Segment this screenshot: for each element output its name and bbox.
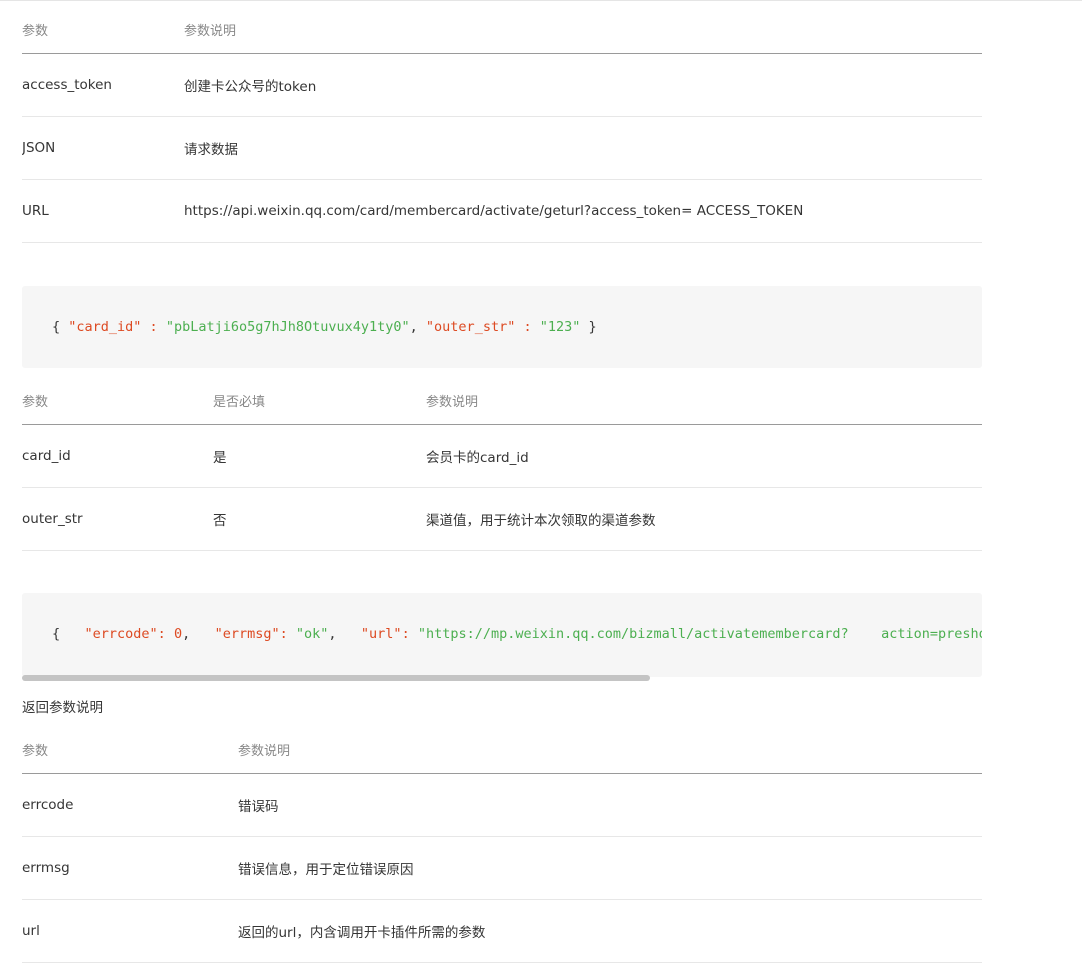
table-row: errcode 错误码	[22, 773, 982, 837]
json-separator: :	[157, 626, 174, 642]
table-row: outer_str 否 渠道值，用于统计本次领取的渠道参数	[22, 487, 982, 551]
json-string-value: "123"	[539, 319, 581, 335]
param-description: 会员卡的card_id	[426, 424, 982, 488]
param-description: 错误信息，用于定位错误原因	[238, 836, 982, 900]
param-description: 返回的url，内含调用开卡插件所需的参数	[238, 899, 982, 963]
param-description: 创建卡公众号的token	[184, 53, 982, 117]
json-separator: :	[141, 319, 166, 335]
param-name: card_id	[22, 424, 213, 488]
json-comma: ,	[182, 626, 215, 642]
param-name: outer_str	[22, 487, 213, 551]
param-description[interactable]: https://api.weixin.qq.com/card/membercar…	[184, 179, 982, 243]
request-params-table: 参数 参数说明 access_token 创建卡公众号的token JSON 请…	[22, 5, 982, 243]
code-brace: {	[52, 319, 69, 335]
json-separator: :	[401, 626, 418, 642]
table-row: card_id 是 会员卡的card_id	[22, 424, 982, 488]
table-header-row: 参数 参数说明	[22, 5, 982, 54]
return-params-heading: 返回参数说明	[22, 700, 103, 716]
json-separator: :	[515, 319, 540, 335]
return-params-table: 参数 参数说明 errcode 错误码 errmsg 错误信息，用于定位错误原因…	[22, 725, 982, 963]
json-string-value: "pbLatji6o5g7hJh8Otuvux4y1ty0"	[165, 319, 410, 335]
column-header-description: 参数说明	[238, 725, 982, 774]
param-name: errcode	[22, 773, 238, 837]
json-key: "errmsg"	[214, 626, 280, 642]
param-name: URL	[22, 179, 184, 243]
table-row: access_token 创建卡公众号的token	[22, 53, 982, 117]
param-required: 是	[213, 424, 426, 488]
table-row: URL https://api.weixin.qq.com/card/membe…	[22, 179, 982, 243]
param-name: JSON	[22, 116, 184, 180]
param-name: errmsg	[22, 836, 238, 900]
request-json-code-block[interactable]: { "card_id" : "pbLatji6o5g7hJh8Otuvux4y1…	[22, 286, 982, 368]
column-header-required: 是否必填	[213, 376, 426, 425]
column-header-description: 参数说明	[426, 376, 982, 425]
code-horizontal-scrollbar[interactable]	[22, 675, 650, 681]
column-header-param: 参数	[22, 725, 238, 774]
param-name: url	[22, 899, 238, 963]
table-row: url 返回的url，内含调用开卡插件所需的参数	[22, 899, 982, 963]
column-header-param: 参数	[22, 376, 213, 425]
body-params-table: 参数 是否必填 参数说明 card_id 是 会员卡的card_id outer…	[22, 376, 982, 551]
json-number-value: 0	[173, 626, 183, 642]
table-header-row: 参数 参数说明	[22, 725, 982, 774]
column-header-description: 参数说明	[184, 5, 982, 54]
json-key: "card_id"	[68, 319, 142, 335]
table-row: errmsg 错误信息，用于定位错误原因	[22, 836, 982, 900]
json-key: "outer_str"	[425, 319, 516, 335]
param-description: 请求数据	[184, 116, 982, 180]
column-header-param: 参数	[22, 5, 184, 54]
param-description: 渠道值，用于统计本次领取的渠道参数	[426, 487, 982, 551]
json-string-value: "ok"	[295, 626, 329, 642]
json-key: "url"	[360, 626, 402, 642]
json-comma: ,	[328, 626, 361, 642]
top-divider	[0, 0, 1082, 1]
table-header-row: 参数 是否必填 参数说明	[22, 376, 982, 425]
code-brace: }	[580, 319, 597, 335]
json-separator: :	[279, 626, 296, 642]
param-required: 否	[213, 487, 426, 551]
code-brace: {	[52, 626, 85, 642]
json-key: "errcode"	[84, 626, 158, 642]
json-string-value: "https://mp.weixin.qq.com/bizmall/activa…	[417, 626, 982, 642]
json-comma: ,	[409, 319, 426, 335]
table-row: JSON 请求数据	[22, 116, 982, 180]
param-description: 错误码	[238, 773, 982, 837]
param-name: access_token	[22, 53, 184, 117]
response-json-code-block[interactable]: { "errcode": 0, "errmsg": "ok", "url": "…	[22, 593, 982, 677]
